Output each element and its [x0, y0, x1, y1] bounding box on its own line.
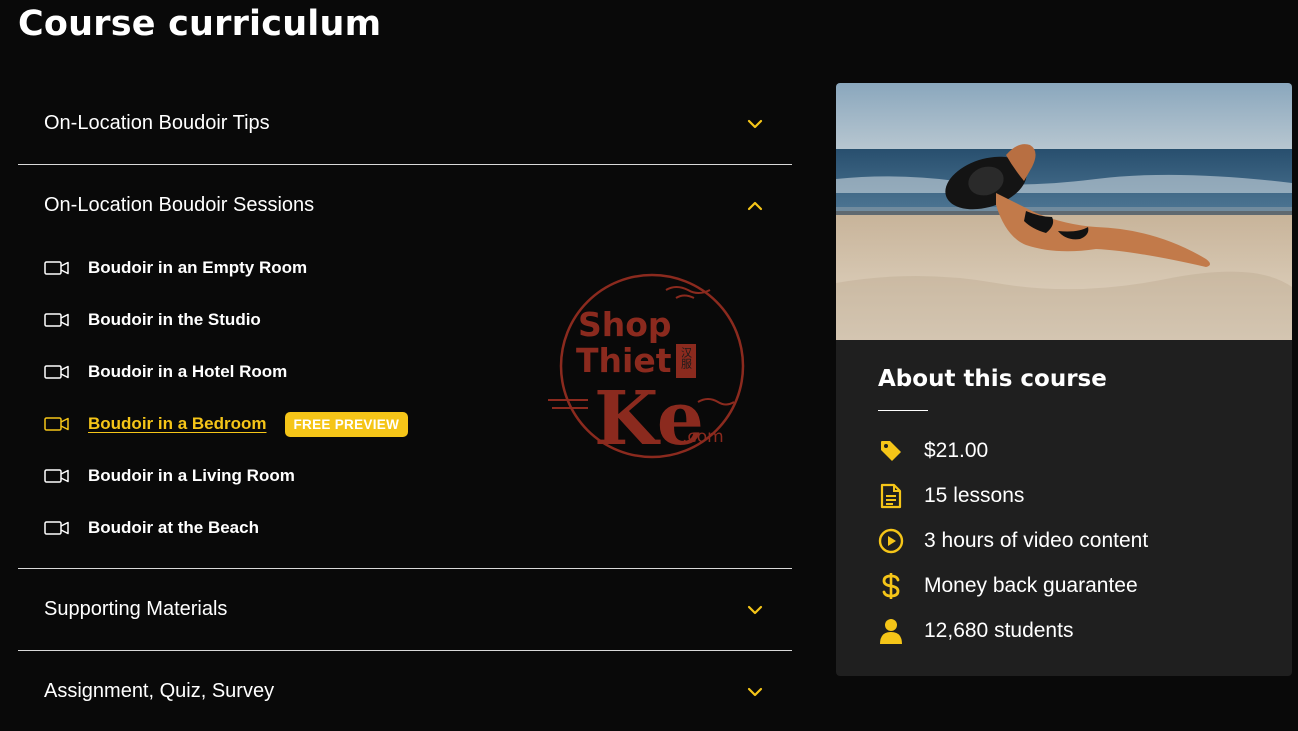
chevron-down-icon — [747, 605, 763, 614]
section-on-location-boudoir-tips: On-Location Boudoir Tips — [18, 83, 792, 165]
section-supporting-materials: Supporting Materials — [18, 569, 792, 651]
lesson-label: Boudoir in the Studio — [88, 310, 261, 329]
feature-video: 3 hours of video content — [878, 519, 1250, 564]
course-info-card: About this course $21.00 15 lessons 3 ho… — [836, 83, 1292, 676]
section-header-tips[interactable]: On-Location Boudoir Tips — [18, 83, 792, 164]
video-camera-icon — [44, 313, 69, 327]
chevron-up-icon — [747, 201, 763, 210]
lesson-label: Boudoir in an Empty Room — [88, 258, 308, 277]
feature-lessons: 15 lessons — [878, 474, 1250, 519]
section-header-assignment[interactable]: Assignment, Quiz, Survey — [18, 651, 792, 731]
section-title: On-Location Boudoir Tips — [44, 112, 270, 134]
feature-text: Money back guarantee — [924, 573, 1138, 597]
free-preview-badge[interactable]: FREE PREVIEW — [284, 411, 409, 437]
about-section: About this course $21.00 15 lessons 3 ho… — [836, 340, 1292, 653]
section-header-supporting[interactable]: Supporting Materials — [18, 569, 792, 650]
section-on-location-boudoir-sessions: On-Location Boudoir Sessions Boudoir in … — [18, 165, 792, 569]
feature-text: 15 lessons — [924, 484, 1025, 508]
section-title: Assignment, Quiz, Survey — [44, 680, 275, 702]
video-camera-icon — [44, 521, 69, 535]
video-camera-icon — [44, 261, 69, 275]
about-divider — [878, 410, 928, 411]
chevron-down-icon — [747, 687, 763, 696]
lesson-label: Boudoir in a Living Room — [88, 466, 295, 485]
video-camera-icon — [44, 469, 69, 483]
section-title: Supporting Materials — [44, 598, 228, 620]
curriculum-accordion: On-Location Boudoir Tips On-Location Bou… — [18, 83, 792, 731]
section-assignment-quiz-survey: Assignment, Quiz, Survey — [18, 651, 792, 731]
feature-guarantee: Money back guarantee — [878, 563, 1250, 608]
lesson-list: Boudoir in an Empty Room Boudoir in the … — [18, 242, 792, 568]
feature-text: 3 hours of video content — [924, 528, 1149, 552]
feature-price: $21.00 — [878, 429, 1250, 474]
play-circle-icon — [878, 528, 904, 554]
lesson-item-empty-room[interactable]: Boudoir in an Empty Room — [18, 242, 792, 294]
price-tag-icon — [878, 438, 904, 464]
lesson-label: Boudoir in a Hotel Room — [88, 362, 288, 381]
feature-text: 12,680 students — [924, 618, 1074, 642]
feature-students: 12,680 students — [878, 608, 1250, 653]
lesson-label[interactable]: Boudoir in a Bedroom — [88, 414, 267, 434]
user-icon — [878, 618, 904, 644]
lesson-item-hotel-room[interactable]: Boudoir in a Hotel Room — [18, 346, 792, 398]
lesson-item-living-room[interactable]: Boudoir in a Living Room — [18, 450, 792, 502]
section-title: On-Location Boudoir Sessions — [44, 194, 315, 216]
section-header-sessions[interactable]: On-Location Boudoir Sessions — [18, 165, 792, 246]
lesson-item-beach[interactable]: Boudoir at the Beach — [18, 502, 792, 554]
feature-text: $21.00 — [924, 439, 989, 463]
lesson-item-bedroom[interactable]: Boudoir in a Bedroom FREE PREVIEW — [18, 398, 792, 450]
about-title: About this course — [878, 366, 1107, 392]
dollar-icon — [878, 572, 904, 599]
document-icon — [878, 483, 904, 509]
lesson-item-studio[interactable]: Boudoir in the Studio — [18, 294, 792, 346]
lesson-label: Boudoir at the Beach — [88, 518, 259, 537]
video-camera-icon — [44, 417, 69, 431]
course-cover-image — [836, 83, 1292, 340]
page-title: Course curriculum — [18, 4, 382, 44]
video-camera-icon — [44, 365, 69, 379]
chevron-down-icon — [747, 119, 763, 128]
